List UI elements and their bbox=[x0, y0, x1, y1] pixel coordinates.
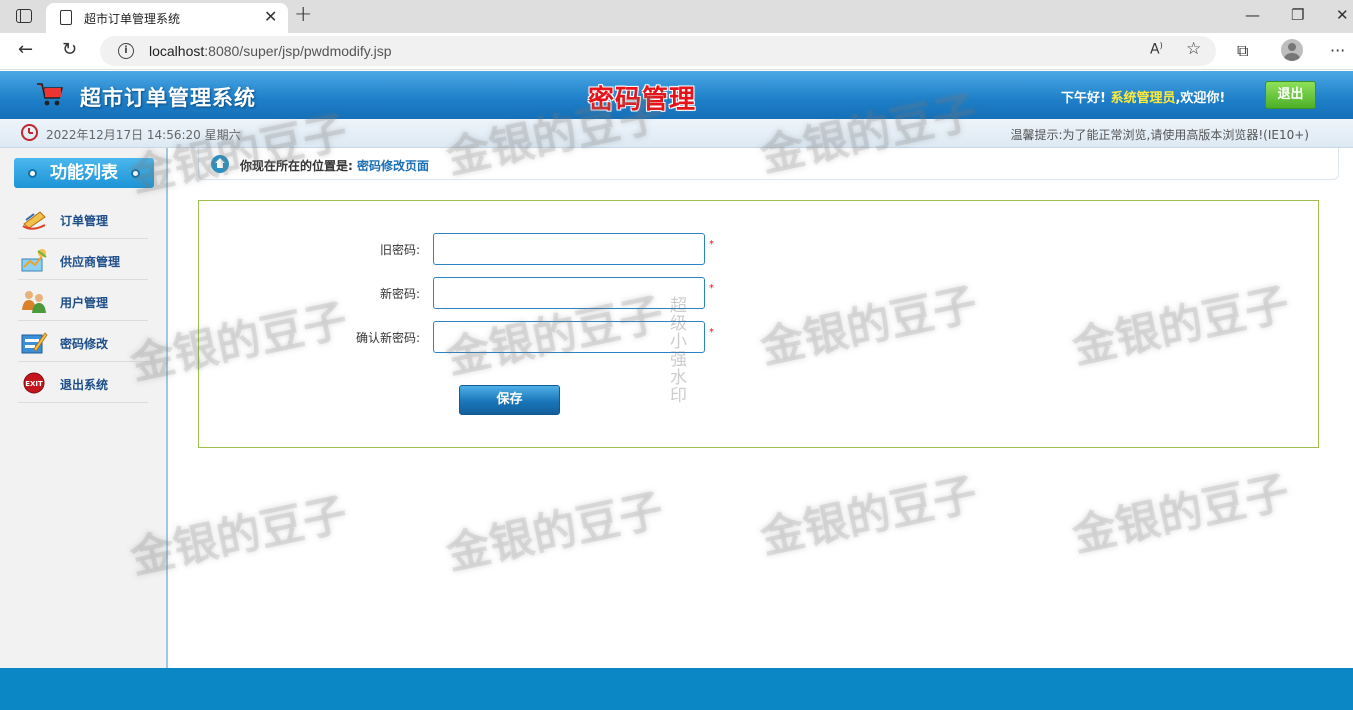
sidebar-title: 功能列表 bbox=[14, 158, 154, 188]
url-text: localhost:8080/super/jsp/pwdmodify.jsp bbox=[149, 43, 392, 59]
sidebar-item-orders[interactable]: 订单管理 bbox=[18, 198, 148, 239]
system-name: 超市订单管理系统 bbox=[80, 86, 256, 110]
new-password-label: 新密码: bbox=[379, 287, 420, 301]
sidebar-item-exit[interactable]: EXIT 退出系统 bbox=[18, 362, 148, 403]
page-icon bbox=[60, 10, 72, 25]
order-icon bbox=[22, 211, 46, 230]
required-mark: * bbox=[709, 239, 714, 250]
favorite-icon[interactable]: ☆ bbox=[1186, 39, 1201, 59]
user-greeting: 下午好! 系统管理员,欢迎你! bbox=[1061, 91, 1226, 106]
shopping-cart-icon bbox=[37, 83, 64, 106]
app-header: 超市订单管理系统 密码管理 下午好! 系统管理员,欢迎你! 退出 bbox=[0, 71, 1353, 119]
url-field[interactable]: i localhost:8080/super/jsp/pwdmodify.jsp… bbox=[100, 36, 1216, 66]
tab-actions-icon[interactable] bbox=[16, 9, 32, 23]
browser-tab[interactable]: 超市订单管理系统 ✕ bbox=[46, 3, 288, 33]
old-password-label: 旧密码: bbox=[379, 243, 420, 257]
footer-bar bbox=[0, 668, 1353, 710]
old-password-row: 旧密码: * bbox=[199, 233, 759, 265]
browser-tip: 温馨提示:为了能正常浏览,请使用高版本浏览器!(IE10+) bbox=[1010, 128, 1309, 142]
close-window-icon[interactable]: ✕ bbox=[1336, 6, 1349, 24]
new-password-input[interactable] bbox=[433, 277, 705, 309]
required-mark: * bbox=[709, 327, 714, 338]
profile-avatar[interactable] bbox=[1281, 39, 1303, 61]
new-tab-icon[interactable]: + bbox=[294, 2, 312, 27]
confirm-password-input[interactable] bbox=[433, 321, 705, 353]
password-icon bbox=[21, 332, 48, 354]
watermark: 金银的豆子 bbox=[1068, 466, 1294, 563]
confirm-password-label: 确认新密码: bbox=[355, 331, 420, 345]
breadcrumb-current: 密码修改页面 bbox=[357, 159, 430, 173]
site-info-icon[interactable]: i bbox=[118, 43, 134, 59]
sidebar-item-providers[interactable]: 供应商管理 bbox=[18, 239, 148, 280]
sidebar-item-users[interactable]: 用户管理 bbox=[18, 280, 148, 321]
provider-icon bbox=[21, 249, 47, 272]
more-menu-icon[interactable]: ··· bbox=[1330, 41, 1345, 60]
browser-tab-bar: 超市订单管理系统 ✕ + — ❐ ✕ bbox=[0, 0, 1353, 33]
old-password-input[interactable] bbox=[433, 233, 705, 265]
password-form: 旧密码: * 新密码: * 确认新密码: * 保存 bbox=[198, 200, 1319, 448]
refresh-icon[interactable]: ↻ bbox=[62, 39, 77, 60]
exit-icon: EXIT bbox=[23, 372, 45, 394]
new-password-row: 新密码: * bbox=[199, 277, 759, 309]
required-mark: * bbox=[709, 283, 714, 294]
breadcrumb-text: 你现在所在的位置是: 密码修改页面 bbox=[240, 159, 430, 173]
confirm-password-row: 确认新密码: * bbox=[199, 321, 759, 353]
sidebar-item-password[interactable]: 密码修改 bbox=[18, 321, 148, 362]
read-aloud-icon[interactable]: A) bbox=[1150, 41, 1163, 58]
restore-icon[interactable]: ❐ bbox=[1291, 6, 1304, 24]
current-datetime: 2022年12月17日 14:56:20 星期六 bbox=[46, 128, 241, 142]
svg-text:EXIT: EXIT bbox=[25, 380, 43, 388]
sidebar: 功能列表 订单管理 供应商管理 用户管理 密码修改 EXIT 退出系统 bbox=[0, 148, 168, 668]
bullet-icon bbox=[131, 169, 140, 178]
bullet-icon bbox=[28, 169, 37, 178]
home-icon bbox=[211, 155, 229, 173]
close-tab-icon[interactable]: ✕ bbox=[264, 7, 277, 26]
watermark: 金银的豆子 bbox=[756, 468, 982, 565]
save-button[interactable]: 保存 bbox=[459, 385, 560, 415]
address-bar: ← ↻ i localhost:8080/super/jsp/pwdmodify… bbox=[0, 33, 1353, 70]
username: 系统管理员 bbox=[1110, 91, 1176, 106]
page-title: 密码管理 bbox=[588, 85, 697, 115]
back-icon[interactable]: ← bbox=[18, 39, 33, 60]
clock-icon bbox=[21, 124, 38, 141]
watermark: 金银的豆子 bbox=[442, 484, 668, 581]
logout-button[interactable]: 退出 bbox=[1265, 81, 1316, 109]
status-bar: 2022年12月17日 14:56:20 星期六 温馨提示:为了能正常浏览,请使… bbox=[0, 119, 1353, 148]
users-icon bbox=[22, 291, 46, 313]
collections-icon[interactable]: ⧉ bbox=[1237, 41, 1248, 61]
tab-title: 超市订单管理系统 bbox=[84, 12, 181, 26]
minimize-icon[interactable]: — bbox=[1245, 6, 1260, 24]
breadcrumb: 你现在所在的位置是: 密码修改页面 bbox=[198, 148, 1339, 180]
